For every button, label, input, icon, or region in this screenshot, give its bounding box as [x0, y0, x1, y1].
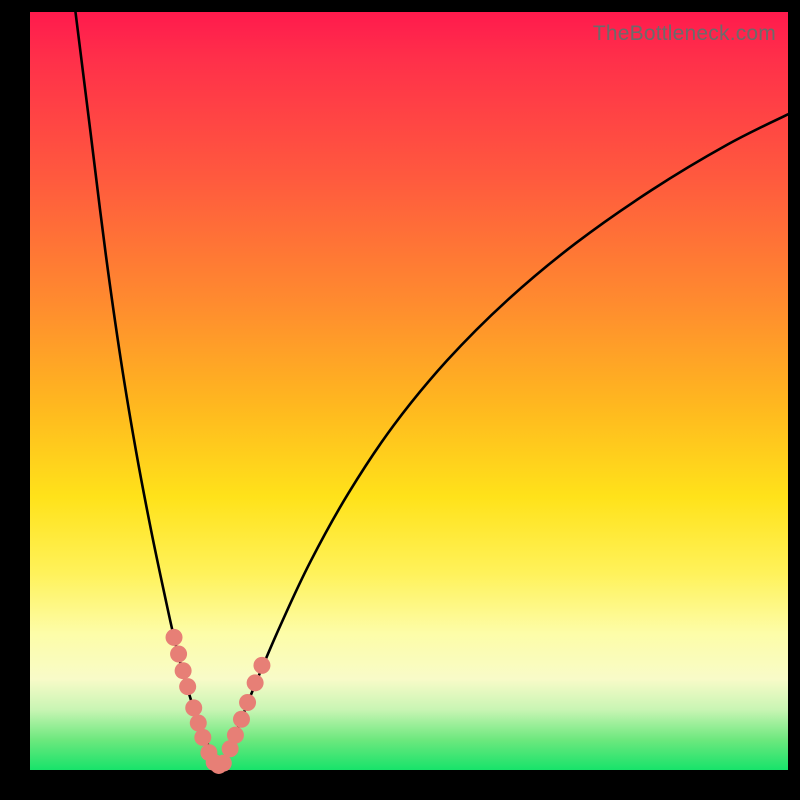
data-dot	[185, 699, 202, 716]
data-dot	[227, 727, 244, 744]
data-dot	[194, 729, 211, 746]
data-dot	[166, 629, 183, 646]
data-dot	[190, 715, 207, 732]
data-dot	[247, 674, 264, 691]
data-dot	[175, 662, 192, 679]
data-dot	[233, 711, 250, 728]
data-dot	[239, 694, 256, 711]
curve-right	[220, 114, 789, 766]
plot-area: TheBottleneck.com	[30, 12, 788, 770]
chart-svg	[30, 12, 788, 770]
chart-frame: TheBottleneck.com	[0, 0, 800, 800]
data-dot	[170, 646, 187, 663]
data-dot	[253, 657, 270, 674]
dot-layer	[166, 629, 271, 774]
data-dot	[179, 678, 196, 695]
curve-left	[75, 12, 219, 766]
